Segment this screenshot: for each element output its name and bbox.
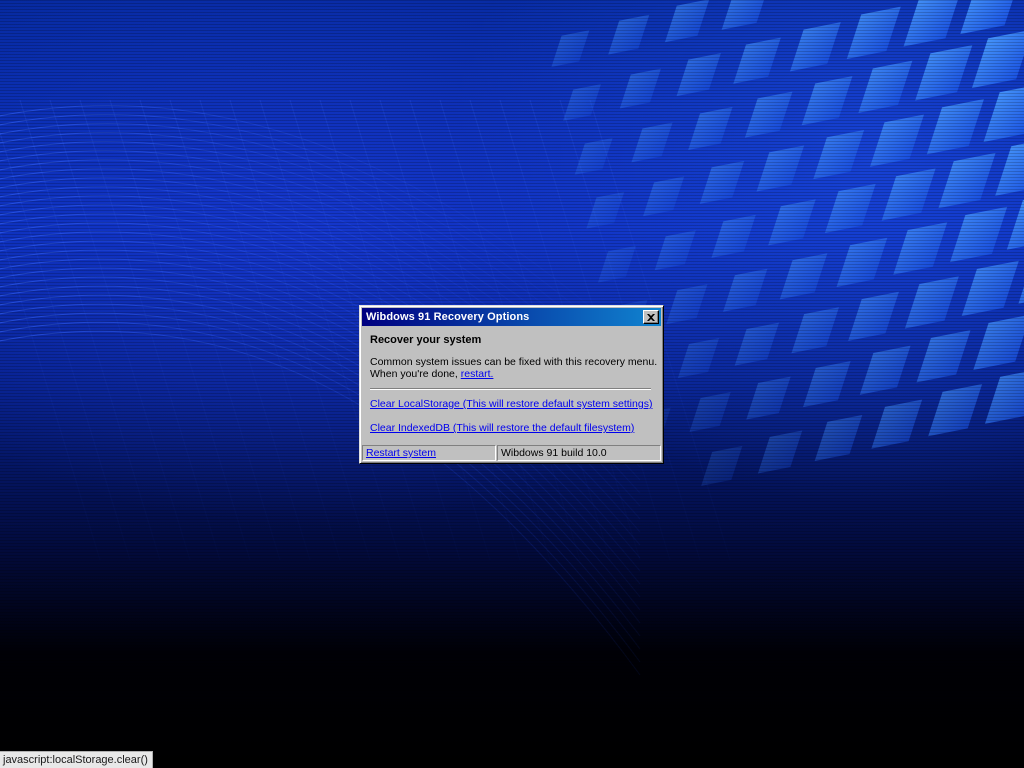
dialog-heading: Recover your system <box>370 334 482 346</box>
dialog-body: Recover your system Common system issues… <box>362 326 661 434</box>
wallpaper-tile <box>643 176 685 217</box>
restart-system-link[interactable]: Restart system <box>366 447 436 459</box>
close-icon <box>647 313 655 321</box>
description-line-2-prefix: When you're done, <box>370 368 461 380</box>
wallpaper-tile <box>971 29 1024 89</box>
wallpaper-tile <box>721 0 770 30</box>
description-line-1: Common system issues can be fixed with t… <box>370 356 658 368</box>
wallpaper-tile <box>995 137 1024 196</box>
wallpaper-tile <box>973 314 1024 370</box>
wallpaper-tile <box>950 206 1008 263</box>
wallpaper-tile <box>813 129 865 180</box>
divider <box>370 388 651 390</box>
wallpaper-tile <box>664 0 710 43</box>
wallpaper-tile <box>960 0 1021 35</box>
wallpaper-tile <box>916 330 971 383</box>
mesh-line <box>199 99 341 561</box>
wallpaper-tile <box>881 168 936 221</box>
wallpaper-tile <box>563 84 602 121</box>
wallpaper-tile <box>768 199 816 246</box>
desktop: Wibdows 91 Recovery Options Recover your… <box>0 0 1024 768</box>
wallpaper-tile <box>1006 191 1024 250</box>
browser-status-url: javascript:localStorage.clear() <box>3 754 148 766</box>
wallpaper-tile <box>597 245 636 283</box>
wallpaper-tile <box>711 214 756 258</box>
wallpaper-tile <box>790 22 841 72</box>
wallpaper-tile <box>848 291 899 341</box>
wallpaper-tile <box>608 14 650 55</box>
wallpaper-tile <box>756 145 805 192</box>
dialog-description: Common system issues can be fixed with t… <box>370 356 657 380</box>
wallpaper-tile <box>733 37 781 84</box>
clear-localstorage-link[interactable]: Clear LocalStorage (This will restore de… <box>370 398 653 410</box>
wallpaper-tile <box>836 237 888 287</box>
wallpaper-tile <box>699 160 745 204</box>
wallpaper-tile <box>631 122 673 163</box>
wallpaper-tile <box>791 307 839 354</box>
mesh-line <box>229 99 371 561</box>
wallpaper-tile <box>688 107 733 151</box>
build-version-text: Wibdows 91 build 10.0 <box>501 447 607 459</box>
mesh-line <box>169 99 311 561</box>
wallpaper-tile <box>904 276 959 329</box>
dialog-title: Wibdows 91 Recovery Options <box>366 311 530 323</box>
wallpaper-tile <box>619 68 661 109</box>
browser-status-bar: javascript:localStorage.clear() <box>0 751 153 768</box>
clear-indexeddb-link[interactable]: Clear IndexedDB (This will restore the d… <box>370 422 653 434</box>
close-button[interactable] <box>643 310 659 324</box>
wallpaper-tile <box>824 183 876 234</box>
restart-inline-link[interactable]: restart. <box>461 368 494 380</box>
wallpaper-tile <box>961 260 1019 317</box>
statusbar-build-cell: Wibdows 91 build 10.0 <box>497 445 661 461</box>
wallpaper-tile <box>858 60 913 113</box>
wallpaper-tile <box>757 430 803 474</box>
wallpaper-tile <box>915 45 973 101</box>
mesh-line <box>79 99 221 561</box>
wallpaper-tile <box>723 268 768 312</box>
wallpaper-tile <box>746 376 791 420</box>
wallpaper-tile <box>701 445 743 486</box>
wallpaper-tile <box>551 30 590 67</box>
wallpaper-tile <box>984 368 1024 424</box>
wallpaper-tile <box>676 53 721 97</box>
wallpaper-tile <box>859 345 911 395</box>
wallpaper-tile <box>938 152 996 209</box>
wallpaper-tile <box>654 230 696 271</box>
statusbar-restart-cell: Restart system <box>362 445 496 461</box>
wallpaper-tile <box>677 338 720 379</box>
wallpaper-tile <box>666 284 708 325</box>
wallpaper-tile <box>893 222 948 275</box>
wallpaper-tile <box>744 91 793 138</box>
wallpaper-tile <box>1018 245 1024 304</box>
wallpaper-tile <box>689 392 731 432</box>
wallpaper-tile <box>870 114 925 167</box>
wallpaper-tile <box>983 83 1024 142</box>
wallpaper-tile <box>586 191 625 229</box>
wallpaper-tile <box>814 415 863 462</box>
recovery-dialog: Wibdows 91 Recovery Options Recover your… <box>359 305 664 464</box>
wallpaper-tile <box>903 0 961 47</box>
wallpaper-tile <box>926 98 984 155</box>
wallpaper-tile <box>801 76 853 126</box>
dialog-statusbar: Restart system Wibdows 91 build 10.0 <box>362 445 661 461</box>
wallpaper-tile <box>779 253 828 300</box>
dialog-titlebar[interactable]: Wibdows 91 Recovery Options <box>362 308 661 326</box>
wallpaper-tile <box>871 399 923 449</box>
wallpaper-tile <box>734 322 780 366</box>
wallpaper-tile <box>846 6 901 59</box>
wallpaper-tile <box>803 361 851 408</box>
wallpaper-tile <box>928 384 983 437</box>
